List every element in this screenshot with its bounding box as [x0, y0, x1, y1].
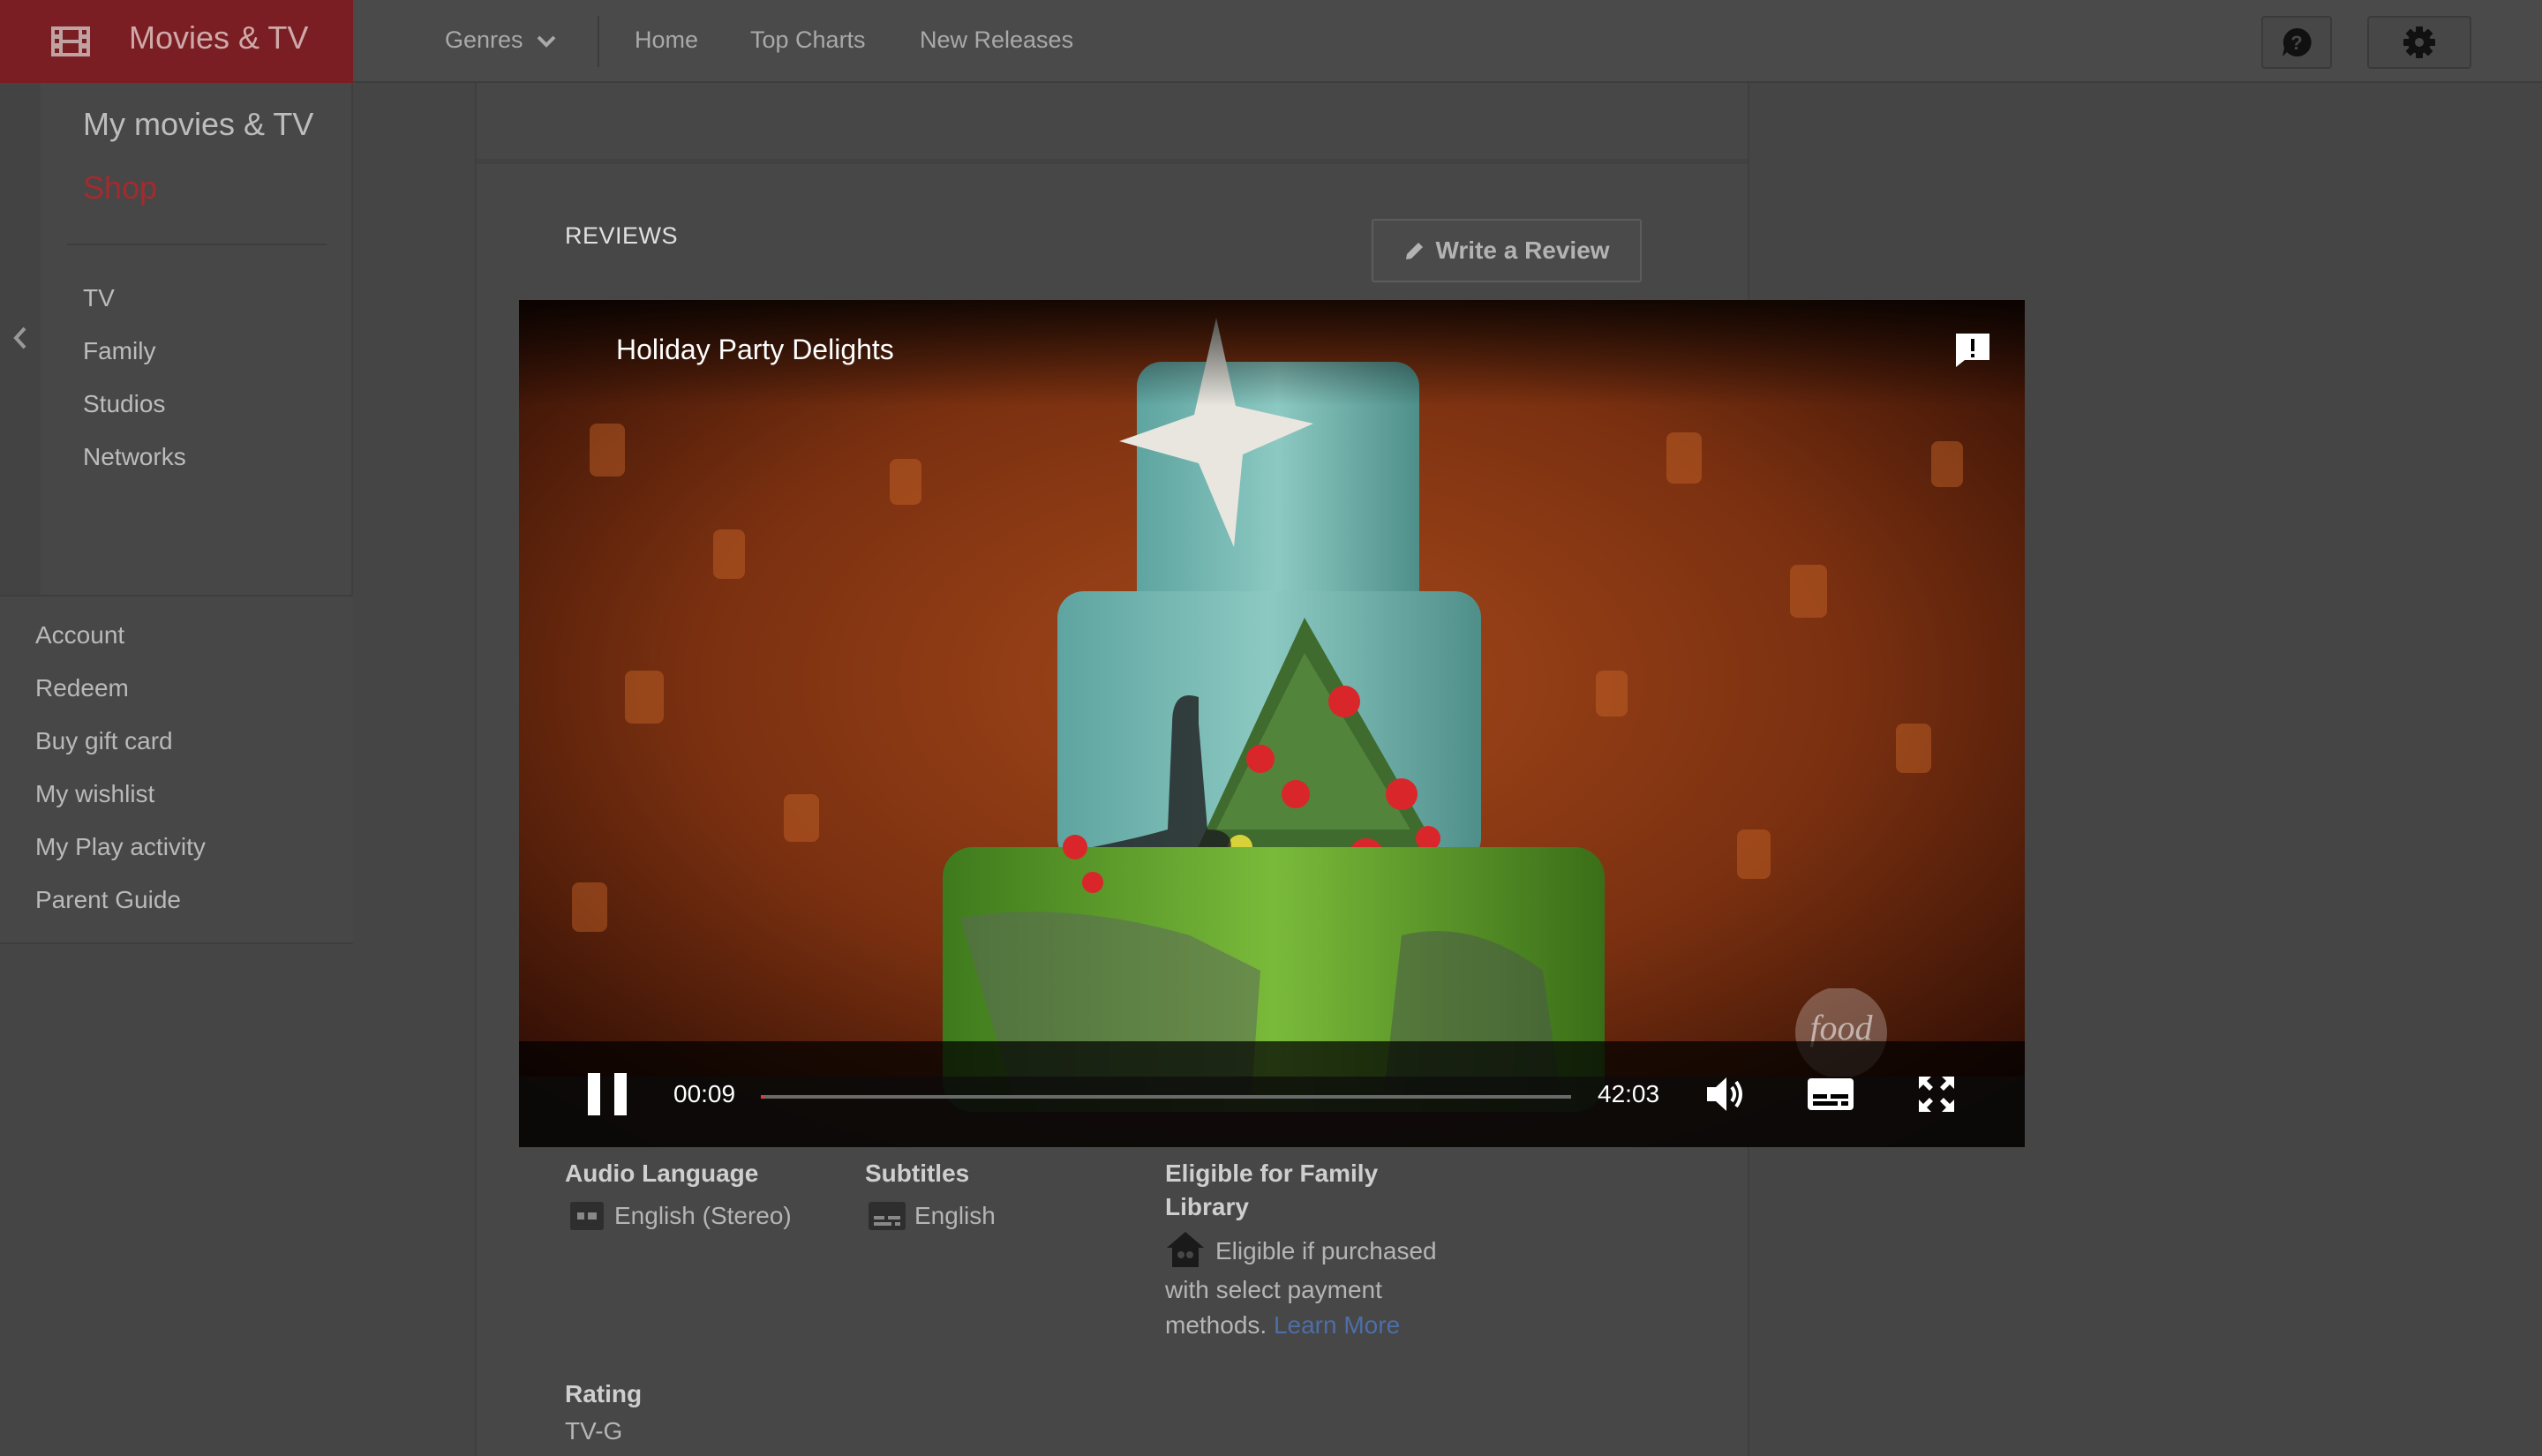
family-library-text-1: Eligible if purchased [1215, 1237, 1437, 1265]
chevron-down-icon[interactable] [535, 34, 558, 49]
rating-value: TV-G [565, 1417, 623, 1445]
help-icon: ? [2283, 27, 2312, 57]
sidebar-item-play-activity[interactable]: My Play activity [35, 833, 206, 861]
subtitles-icon [869, 1202, 906, 1230]
tab-underline [824, 72, 1107, 83]
write-review-button[interactable]: Write a Review [1372, 219, 1642, 282]
sidebar-item-redeem[interactable]: Redeem [35, 674, 129, 702]
current-time: 00:09 [673, 1080, 736, 1107]
report-issue-icon[interactable] [1954, 332, 1991, 369]
section-separator [477, 159, 1748, 164]
svg-text:?: ? [2290, 32, 2302, 54]
video-player[interactable]: food Holiday Party Delights 00:09 42:03 [519, 300, 2025, 1147]
sidebar-item-tv[interactable]: TV [83, 284, 115, 312]
family-library-text-3: methods. Learn More [1165, 1311, 1400, 1340]
sidebar-divider [67, 244, 327, 245]
family-library-label-cont: Library [1165, 1193, 1249, 1220]
sidebar-item-parent-guide[interactable]: Parent Guide [35, 886, 181, 914]
family-library-label: Eligible for Family [1165, 1160, 1379, 1187]
rating-label: Rating [565, 1380, 643, 1407]
pause-icon[interactable] [586, 1071, 628, 1117]
genres-menu[interactable]: Genres [445, 26, 523, 54]
total-time: 42:03 [1598, 1080, 1660, 1107]
player-controls: 00:09 42:03 [519, 1041, 2025, 1147]
family-home-icon [1167, 1232, 1204, 1267]
subtitles-label: Subtitles [865, 1160, 970, 1187]
sidebar-item-account[interactable]: Account [35, 621, 124, 649]
fullscreen-icon[interactable] [1917, 1075, 1956, 1114]
nav-home[interactable]: Home [635, 26, 698, 54]
sidebar-item-shop[interactable]: Shop [83, 169, 157, 206]
family-library-text-3a: methods. [1165, 1311, 1267, 1339]
seek-progress [761, 1095, 764, 1099]
sidebar-item-studios[interactable]: Studios [83, 390, 165, 418]
audio-language-value: English (Stereo) [614, 1202, 792, 1229]
subtitles-value: English [914, 1202, 996, 1229]
top-app-bar: Movies & TV Genres Home Top Charts New R… [0, 0, 2542, 83]
left-nav [0, 83, 353, 595]
settings-button[interactable] [2367, 16, 2471, 69]
app-title: Movies & TV [129, 19, 309, 56]
help-button[interactable]: ? [2261, 16, 2332, 69]
nav-top-charts[interactable]: Top Charts [750, 26, 866, 54]
tab-underline [526, 72, 805, 83]
volume-icon[interactable] [1705, 1075, 1746, 1114]
film-icon [51, 26, 90, 56]
sidebar-item-wishlist[interactable]: My wishlist [35, 780, 154, 808]
gear-icon [2403, 26, 2435, 58]
video-title: Holiday Party Delights [616, 334, 894, 365]
pencil-icon [1406, 243, 1424, 259]
sidebar-item-my-movies[interactable]: My movies & TV [83, 106, 313, 143]
chevron-left-icon[interactable] [11, 325, 30, 351]
nav-new-releases[interactable]: New Releases [920, 26, 1073, 54]
seek-bar[interactable] [761, 1095, 1571, 1099]
app-brand[interactable]: Movies & TV [0, 0, 353, 83]
sidebar-item-family[interactable]: Family [83, 337, 155, 365]
write-review-label: Write a Review [1435, 236, 1610, 264]
learn-more-link[interactable]: Learn More [1274, 1311, 1400, 1339]
reviews-heading: REVIEWS [565, 222, 679, 249]
audio-track-icon [570, 1202, 604, 1230]
family-library-text-2: with select payment [1165, 1276, 1382, 1303]
nav-divider [598, 16, 599, 67]
audio-language-label: Audio Language [565, 1160, 759, 1187]
captions-icon[interactable] [1806, 1077, 1855, 1112]
sidebar-item-buy-gift-card[interactable]: Buy gift card [35, 727, 173, 755]
sidebar-item-networks[interactable]: Networks [83, 443, 186, 471]
